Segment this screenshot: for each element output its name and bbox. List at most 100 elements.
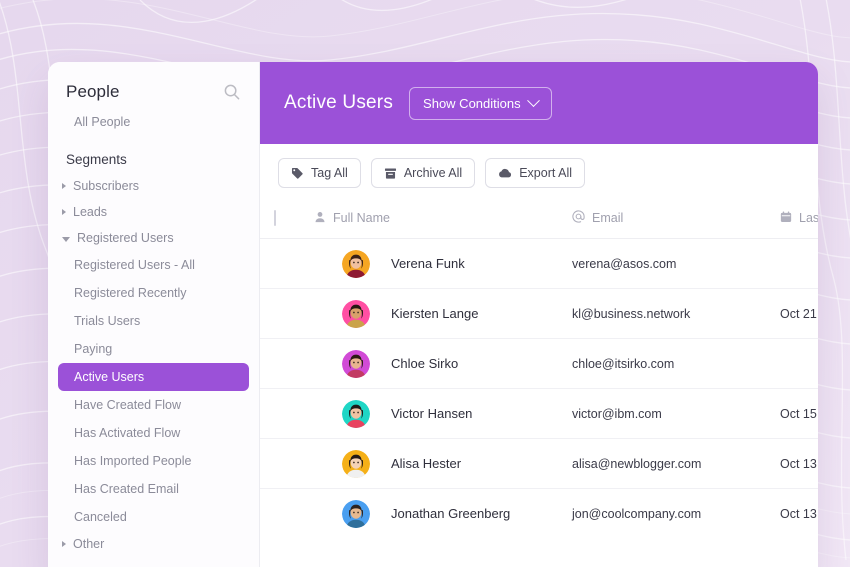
- sidebar-item-active-users[interactable]: Active Users: [58, 363, 249, 391]
- sidebar-section-segments: Segments: [66, 152, 127, 167]
- archive-icon: [384, 167, 397, 180]
- archive-all-label: Archive All: [403, 166, 463, 180]
- table-header-row: Full Name Email Las: [260, 200, 818, 239]
- row-select-cell: [260, 489, 314, 539]
- chevron-down-icon: [62, 236, 70, 242]
- row-select-cell: [260, 388, 314, 439]
- table-row[interactable]: Chloe Sirko chloe@itsirko.com: [260, 338, 818, 389]
- show-conditions-label: Show Conditions: [423, 95, 521, 111]
- column-label: Last Activity: [799, 211, 818, 225]
- app-card: People All People Segments Subscribers L…: [48, 62, 818, 567]
- sidebar-group-registered-users[interactable]: Registered Users: [48, 225, 259, 251]
- avatar-verena: [342, 249, 370, 278]
- sidebar-group-label: Other: [73, 537, 105, 551]
- full-name-text: Verena Funk: [391, 256, 465, 271]
- sidebar-item-registered-recently[interactable]: Registered Recently: [58, 279, 249, 307]
- full-name-text: Chloe Sirko: [391, 356, 459, 371]
- sidebar: People All People Segments Subscribers L…: [48, 62, 260, 567]
- row-select-cell: [260, 438, 314, 489]
- table-row[interactable]: Jonathan Greenberg jon@coolcompany.com Oc…: [260, 489, 818, 539]
- full-name-text: Alisa Hester: [391, 456, 462, 471]
- cell-full-name: Alisa Hester: [314, 438, 572, 489]
- column-last-activity[interactable]: Last Activity: [780, 200, 818, 239]
- cell-email: kl@business.network: [572, 288, 780, 339]
- full-name-text: Jonathan Greenberg: [391, 506, 511, 522]
- sidebar-item-trials-users[interactable]: Trials Users: [58, 307, 249, 335]
- cell-email: jon@coolcompany.com: [572, 506, 702, 521]
- chevron-right-icon: [62, 541, 66, 547]
- cell-full-name: Victor Hansen: [314, 388, 572, 439]
- export-all-label: Export All: [519, 166, 573, 180]
- sidebar-item-all-people[interactable]: All People: [48, 108, 259, 136]
- sidebar-group-subscribers[interactable]: Subscribers: [48, 173, 259, 199]
- sidebar-item-has-imported-people[interactable]: Has Imported People: [58, 447, 249, 475]
- table-header: Full Name Email Las: [260, 200, 818, 239]
- table-body: Verena Funk verena@asos.com Kiersten Lan…: [260, 238, 818, 539]
- person-icon: [314, 211, 326, 226]
- cell-last-activity: Oct 21, 2020 10: [780, 288, 818, 339]
- sidebar-item-canceled[interactable]: Canceled: [58, 503, 249, 531]
- table-row[interactable]: Alisa Hester alisa@newblogger.comOct 13,…: [260, 438, 818, 489]
- full-name-text: Kiersten Lange: [391, 306, 479, 321]
- calendar-icon: [780, 211, 792, 226]
- avatar-alisa: [342, 449, 370, 478]
- table-row[interactable]: Victor Hansen victor@ibm.comOct 15, 2020…: [260, 388, 818, 439]
- archive-all-button[interactable]: Archive All: [370, 158, 476, 188]
- chevron-right-icon: [62, 209, 66, 215]
- avatar-victor: [342, 399, 370, 428]
- column-full-name[interactable]: Full Name: [314, 200, 572, 239]
- cell-full-name: Kiersten Lange: [314, 288, 572, 339]
- table-row[interactable]: Verena Funk verena@asos.com: [260, 238, 818, 289]
- cloud-upload-icon: [498, 167, 512, 180]
- export-all-button[interactable]: Export All: [485, 158, 586, 188]
- search-icon[interactable]: [223, 83, 241, 101]
- avatar-chloe: [342, 349, 370, 378]
- main-panel: Active Users Show Conditions Tag All Arc…: [260, 62, 818, 567]
- cell-email: verena@asos.com: [572, 238, 780, 289]
- tag-icon: [291, 167, 304, 180]
- sidebar-title: People: [66, 82, 120, 101]
- sidebar-header: People: [48, 62, 259, 108]
- cell-last-activity: [780, 238, 818, 289]
- full-name-text: Victor Hansen: [391, 406, 473, 421]
- at-icon: [572, 210, 585, 226]
- column-email[interactable]: Email: [572, 200, 780, 239]
- sidebar-item-registered-users-all[interactable]: Registered Users - All: [58, 251, 249, 279]
- cell-last-activity: Oct 13, 2020 6: [780, 438, 818, 489]
- row-select-cell: [260, 288, 314, 339]
- sidebar-group-leads[interactable]: Leads: [48, 199, 259, 225]
- select-all-checkbox[interactable]: [274, 210, 276, 226]
- sidebar-item-has-activated-flow[interactable]: Has Activated Flow: [58, 419, 249, 447]
- chevron-down-icon: [526, 93, 540, 107]
- users-table: Full Name Email Las Verena Funk verena@a…: [260, 200, 818, 539]
- cell-last-activity: Oct 13, 2020 3: [780, 506, 818, 521]
- avatar-kiersten: [342, 299, 370, 328]
- sidebar-group-label: Registered Users: [77, 231, 174, 245]
- cell-full-name: Chloe Sirko: [314, 338, 572, 389]
- page-header: Active Users Show Conditions: [260, 62, 818, 144]
- cell-last-activity: [780, 338, 818, 389]
- users-table-container: Full Name Email Las Verena Funk verena@a…: [260, 200, 818, 567]
- toolbar: Tag All Archive All Export All: [260, 144, 818, 200]
- column-select-all: [260, 200, 314, 239]
- cell-email: chloe@itsirko.com: [572, 338, 780, 389]
- sidebar-item-has-created-email[interactable]: Has Created Email: [58, 475, 249, 503]
- sidebar-group-other[interactable]: Other: [48, 531, 259, 557]
- cell-email: victor@ibm.com: [572, 388, 780, 439]
- tag-all-label: Tag All: [311, 166, 348, 180]
- cell-full-name: Jonathan Greenberg: [314, 489, 572, 539]
- sidebar-group-label: Leads: [73, 205, 108, 219]
- tag-all-button[interactable]: Tag All: [278, 158, 361, 188]
- column-label: Full Name: [333, 211, 390, 225]
- page-title: Active Users: [284, 92, 394, 113]
- table-row[interactable]: Kiersten Lange kl@business.network Oct 21…: [260, 288, 818, 339]
- column-label: Email: [592, 211, 624, 225]
- sidebar-item-paying[interactable]: Paying: [58, 335, 249, 363]
- cell-full-name: Verena Funk: [314, 238, 572, 289]
- cell-last-activity: Oct 15, 2020 2: [780, 388, 818, 439]
- cell-email: alisa@newblogger.com: [572, 438, 780, 489]
- sidebar-item-have-created-flow[interactable]: Have Created Flow: [58, 391, 249, 419]
- sidebar-group-label: Subscribers: [73, 179, 139, 193]
- show-conditions-button[interactable]: Show Conditions: [409, 86, 552, 120]
- row-select-cell: [260, 338, 314, 389]
